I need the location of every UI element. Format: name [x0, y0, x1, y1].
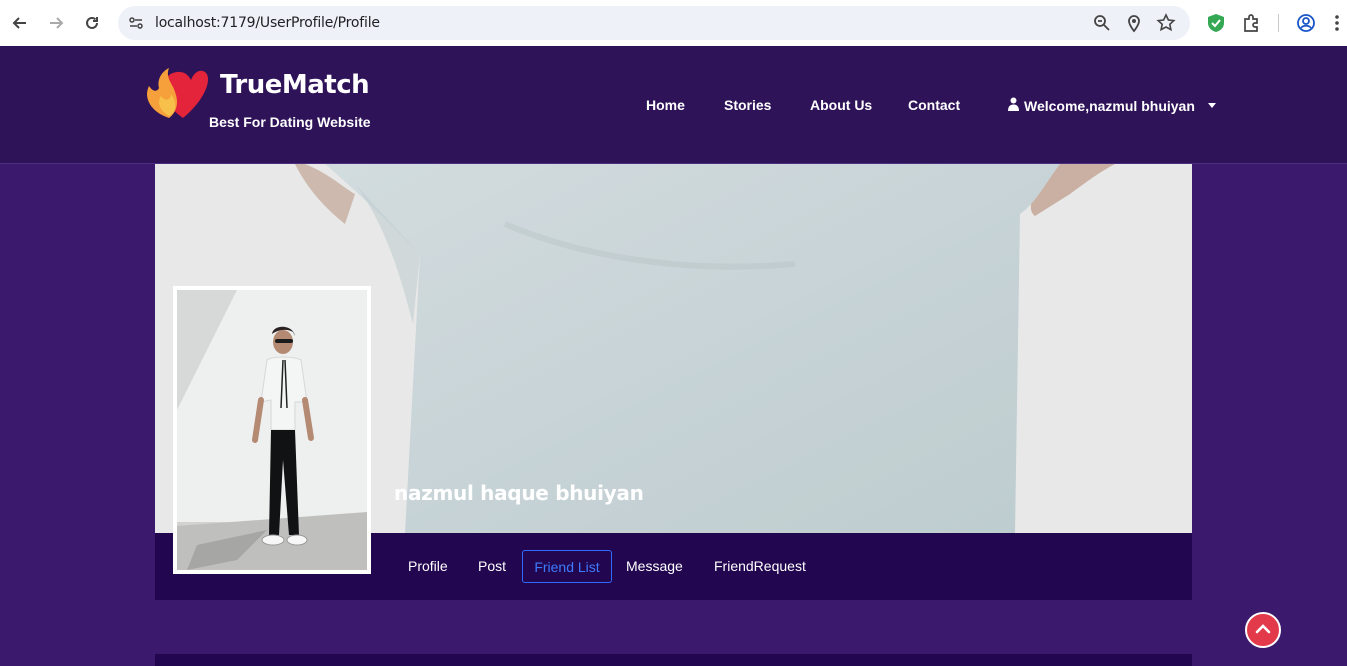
forward-icon[interactable]	[44, 11, 68, 35]
nav-home[interactable]: Home	[646, 97, 685, 113]
nav-about-us[interactable]: About Us	[810, 97, 872, 113]
chevron-up-icon	[1255, 621, 1271, 639]
brand-tagline: Best For Dating Website	[209, 114, 371, 130]
truematch-logo-icon[interactable]	[143, 62, 209, 120]
extensions-puzzle-icon[interactable]	[1241, 12, 1263, 34]
site-info-icon[interactable]	[126, 13, 146, 33]
tab-profile[interactable]: Profile	[408, 558, 448, 574]
scroll-to-top-button[interactable]	[1245, 612, 1281, 648]
zoom-icon[interactable]	[1092, 13, 1112, 33]
profile-avatar[interactable]	[173, 286, 371, 574]
tab-post[interactable]: Post	[478, 558, 506, 574]
profile-account-icon[interactable]	[1295, 12, 1317, 34]
tab-friend-request[interactable]: FriendRequest	[714, 558, 806, 574]
tab-message[interactable]: Message	[626, 558, 683, 574]
welcome-text: Welcome,nazmul bhuiyan	[1024, 97, 1195, 114]
url-text[interactable]: localhost:7179/UserProfile/Profile	[155, 15, 380, 31]
reload-icon[interactable]	[80, 11, 104, 35]
address-bar[interactable]: localhost:7179/UserProfile/Profile	[118, 6, 1190, 40]
user-dropdown[interactable]: Welcome,nazmul bhuiyan	[1008, 97, 1216, 114]
user-icon	[1008, 97, 1019, 114]
shield-extension-icon[interactable]	[1205, 12, 1227, 34]
browser-toolbar: localhost:7179/UserProfile/Profile	[0, 0, 1347, 46]
brand-name[interactable]: TrueMatch	[220, 70, 370, 100]
profile-name: nazmul haque bhuiyan	[394, 481, 644, 505]
nav-stories[interactable]: Stories	[724, 97, 771, 113]
bookmark-star-icon[interactable]	[1156, 13, 1176, 33]
location-icon[interactable]	[1124, 13, 1144, 33]
nav-contact[interactable]: Contact	[908, 97, 960, 113]
menu-kebab-icon[interactable]	[1331, 12, 1343, 34]
chevron-down-icon	[1207, 103, 1216, 108]
tab-friend-list[interactable]: Friend List	[522, 550, 612, 583]
toolbar-divider	[1278, 14, 1279, 32]
back-icon[interactable]	[8, 11, 32, 35]
content-panel-top	[155, 654, 1192, 666]
